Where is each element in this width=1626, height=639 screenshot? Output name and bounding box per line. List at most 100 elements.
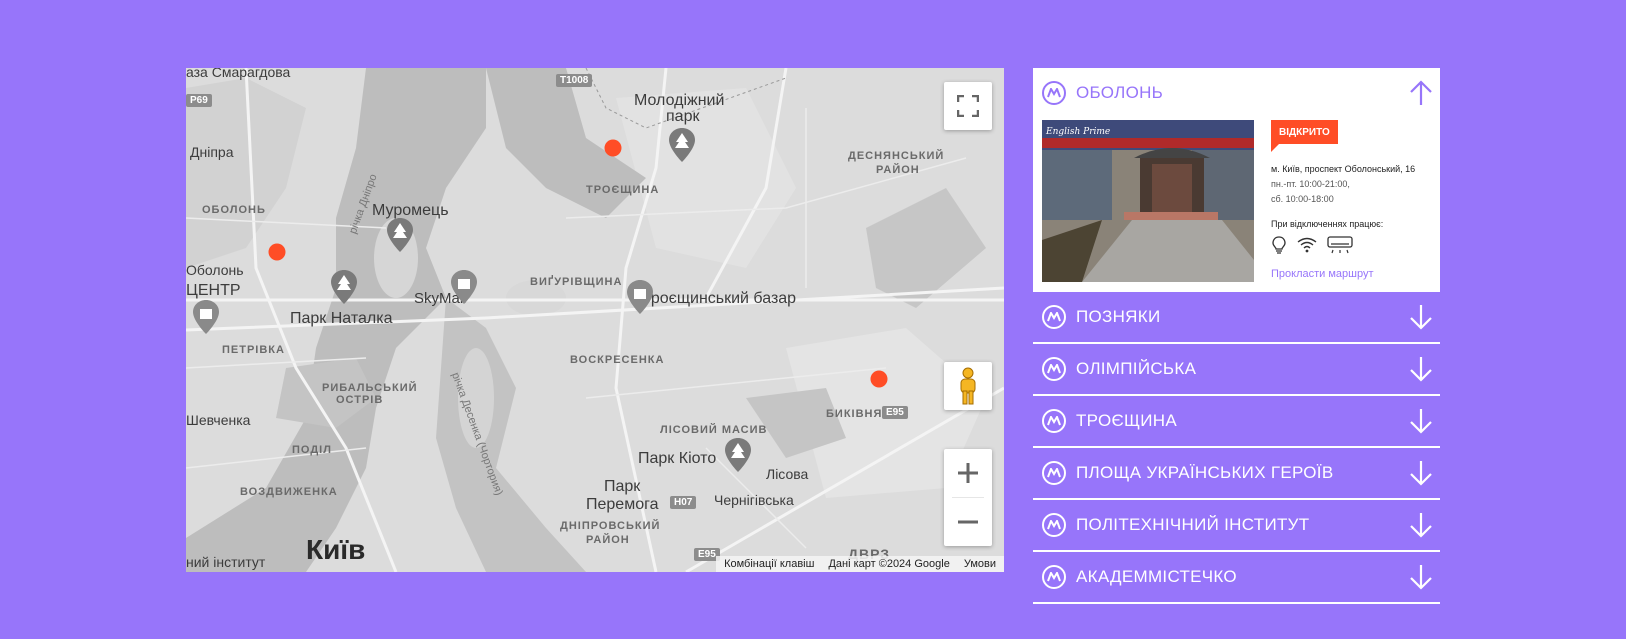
street-view-button[interactable] xyxy=(944,362,992,410)
accordion-title: ТРОЄЩИНА xyxy=(1076,411,1177,430)
arrow-up-icon[interactable] xyxy=(1409,80,1433,106)
accordion-header[interactable]: ОБОЛОНЬ xyxy=(1033,68,1440,118)
minus-icon xyxy=(958,520,978,524)
map-district-label: ДНІПРОВСЬКИЙ xyxy=(560,520,661,532)
fullscreen-icon xyxy=(957,95,979,117)
map-district-label: ВОСКРЕСЕНКА xyxy=(570,354,665,366)
status-badge: ВІДКРИТО xyxy=(1271,120,1338,152)
park-pin-icon[interactable] xyxy=(387,218,413,252)
park-pin-icon[interactable] xyxy=(331,270,357,304)
backup-power-label: При відключеннях працює: xyxy=(1271,219,1384,229)
shop-sign: English Prime xyxy=(1045,127,1110,137)
map-data-credit: Дані карт ©2024 Google xyxy=(828,558,950,570)
accordion-title: ОБОЛОНЬ xyxy=(1076,83,1164,102)
zoom-control xyxy=(944,449,992,546)
accordion-header[interactable]: ТРОЄЩИНА xyxy=(1033,396,1440,446)
accordion-title: ПОЗНЯКИ xyxy=(1076,307,1161,326)
map-place-label: ЦЕНТР xyxy=(186,282,241,299)
arrow-down-icon[interactable] xyxy=(1409,356,1433,382)
air-conditioner-icon xyxy=(1327,236,1353,254)
road-shield: E95 xyxy=(882,406,908,419)
map-district-label: ОБОЛОНЬ xyxy=(202,204,266,216)
park-pin-icon[interactable] xyxy=(725,438,751,472)
accordion-header[interactable]: АКАДЕММІСТЕЧКО xyxy=(1033,552,1440,602)
map-place-label: ний інститут xyxy=(186,554,266,570)
address-text: м. Київ, проспект Оболонський, 16 xyxy=(1271,164,1416,174)
map-attribution: Комбінації клавіш Дані карт ©2024 Google… xyxy=(716,556,1004,572)
route-link[interactable]: Прокласти маршрут xyxy=(1271,268,1374,280)
lightbulb-icon xyxy=(1272,236,1286,254)
map-city-label: Київ xyxy=(306,534,366,565)
metro-icon xyxy=(1042,461,1066,485)
zoom-in-button[interactable] xyxy=(944,449,992,497)
map-district-label: ТРОЄЩИНА xyxy=(586,184,660,196)
map-place-label: Перемога xyxy=(586,496,659,513)
accordion-item[interactable]: ПОЗНЯКИ xyxy=(1033,292,1440,344)
metro-icon xyxy=(1042,305,1066,329)
map-place-label: Оболонь xyxy=(186,262,244,278)
accordion-header[interactable]: ПОЗНЯКИ xyxy=(1033,292,1440,342)
map-district-label: ПОДІЛ xyxy=(292,444,332,456)
amenities-list xyxy=(1271,236,1353,254)
accordion-header[interactable]: ПЛОЩА УКРАЇНСЬКИХ ГЕРОЇВ xyxy=(1033,448,1440,498)
map-place-label: Парк xyxy=(604,478,641,495)
wifi-icon xyxy=(1297,237,1317,253)
accordion-item[interactable]: ПЛОЩА УКРАЇНСЬКИХ ГЕРОЇВ xyxy=(1033,448,1440,500)
accordion-header[interactable]: ОЛІМПІЙСЬКА xyxy=(1033,344,1440,394)
accordion-item[interactable]: ПОЛІТЕХНІЧНИЙ ІНСТИТУТ xyxy=(1033,500,1440,552)
map-district-label: ДЕСНЯНСЬКИЙ xyxy=(848,150,945,162)
metro-icon xyxy=(1042,565,1066,589)
accordion-item[interactable]: ТРОЄЩИНА xyxy=(1033,396,1440,448)
arrow-down-icon[interactable] xyxy=(1409,408,1433,434)
accordion-item-obolon: ОБОЛОНЬ English Prime ВІДКРИТО м. Київ, xyxy=(1033,68,1440,292)
arrow-down-icon[interactable] xyxy=(1409,304,1433,330)
shopping-pin-icon[interactable] xyxy=(451,270,477,304)
shopping-pin-icon[interactable] xyxy=(193,300,219,334)
arrow-down-icon[interactable] xyxy=(1409,460,1433,486)
zoom-out-button[interactable] xyxy=(944,498,992,546)
map-place-label: Лісова xyxy=(766,466,809,482)
plus-icon xyxy=(958,463,978,483)
metro-locations-accordion: ОБОЛОНЬ English Prime ВІДКРИТО м. Київ, xyxy=(1033,68,1440,604)
map-place-label: Парк Кіото xyxy=(638,450,717,467)
hours-weekdays: пн.-пт. 10:00-21:00, xyxy=(1271,179,1350,189)
map-district-label: ЛІСОВИЙ МАСИВ xyxy=(660,424,768,436)
accordion-title: ПЛОЩА УКРАЇНСЬКИХ ГЕРОЇВ xyxy=(1076,463,1334,482)
location-marker[interactable] xyxy=(604,139,622,157)
google-map[interactable]: ОБОЛОНЬ ТРОЄЩИНА ДЕСНЯНСЬКИЙ РАЙОН ВИҐУР… xyxy=(186,68,1004,572)
accordion-title: ОЛІМПІЙСЬКА xyxy=(1076,359,1197,378)
location-marker[interactable] xyxy=(268,243,286,261)
map-district-label: ОСТРІВ xyxy=(336,394,384,406)
arrow-down-icon[interactable] xyxy=(1409,564,1433,590)
arrow-down-icon[interactable] xyxy=(1409,512,1433,538)
terms-link[interactable]: Умови xyxy=(964,558,996,570)
road-shield: T1008 xyxy=(556,74,593,87)
metro-icon xyxy=(1042,81,1066,105)
location-photo: English Prime xyxy=(1042,120,1254,282)
map-district-label: ВОЗДВИЖЕНКА xyxy=(240,486,338,498)
hours-saturday: сб. 10:00-18:00 xyxy=(1271,194,1334,204)
map-place-label: аза Смарагдова xyxy=(186,68,291,80)
map-district-label: ВИҐУРІВЩИНА xyxy=(530,276,623,288)
map-district-label: РИБАЛЬСЬКИЙ xyxy=(322,382,418,394)
accordion-item[interactable]: АКАДЕММІСТЕЧКО xyxy=(1033,552,1440,604)
map-district-label: РАЙОН xyxy=(876,164,920,176)
road-shield: P69 xyxy=(186,94,212,107)
map-place-label: Чернігівська xyxy=(714,492,794,508)
map-district-label: БИКІВНЯ xyxy=(826,408,883,420)
location-marker[interactable] xyxy=(870,370,888,388)
accordion-title: ПОЛІТЕХНІЧНИЙ ІНСТИТУТ xyxy=(1076,515,1310,534)
map-district-label: ПЕТРІВКА xyxy=(222,344,285,356)
location-info: м. Київ, проспект Оболонський, 16 пн.-пт… xyxy=(1271,162,1415,232)
keyboard-shortcuts-link[interactable]: Комбінації клавіш xyxy=(724,558,814,570)
accordion-header[interactable]: ПОЛІТЕХНІЧНИЙ ІНСТИТУТ xyxy=(1033,500,1440,550)
park-pin-icon[interactable] xyxy=(669,128,695,162)
accordion-item[interactable]: ОЛІМПІЙСЬКА xyxy=(1033,344,1440,396)
metro-icon xyxy=(1042,409,1066,433)
map-place-label: Дніпра xyxy=(190,144,234,160)
map-place-label: Парк Наталка xyxy=(290,310,393,327)
metro-icon xyxy=(1042,357,1066,381)
map-place-label: Троєщинський базар xyxy=(642,290,797,307)
shopping-pin-icon[interactable] xyxy=(627,280,653,314)
fullscreen-button[interactable] xyxy=(944,82,992,130)
